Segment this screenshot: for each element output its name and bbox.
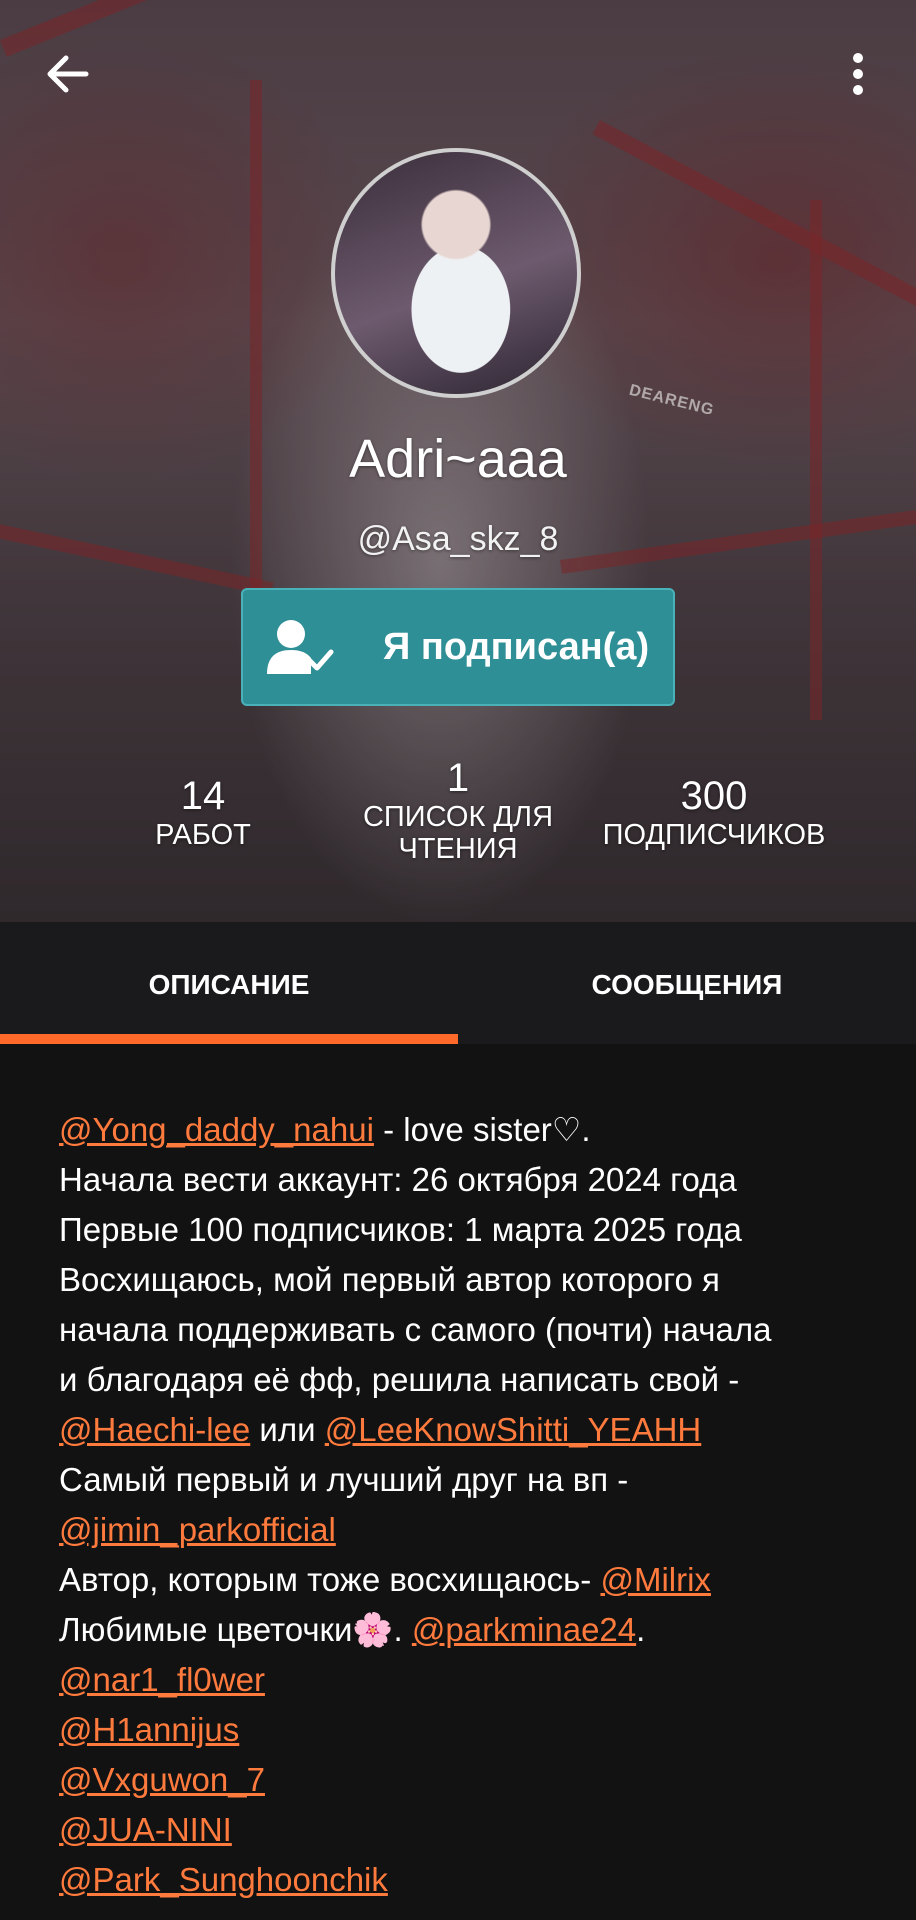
more-options-button[interactable] — [830, 46, 886, 102]
description-line: @Vxguwon_7 — [59, 1755, 879, 1805]
following-button-label: Я подписан(а) — [383, 626, 650, 668]
mention-link[interactable]: @Milrix — [600, 1561, 710, 1598]
mention-link[interactable]: @Vxguwon_7 — [59, 1761, 265, 1798]
description-line: @jimin_parkofficial — [59, 1505, 879, 1555]
description-line: Самый первый и лучший друг на вп - — [59, 1461, 629, 1498]
mention-link[interactable]: @Haechi-lee — [59, 1411, 250, 1448]
description-line: Восхищаюсь, мой первый автор которого я — [59, 1261, 720, 1298]
profile-avatar[interactable] — [331, 148, 581, 398]
description-text: Любимые цветочки🌸. — [59, 1611, 412, 1648]
description-line: начала поддерживать с самого (почти) нач… — [59, 1311, 772, 1348]
stat-reading-lists-label-line1: СПИСОК ДЛЯ — [362, 801, 554, 833]
profile-display-name: Adri~aaa — [349, 429, 567, 489]
following-button[interactable]: Я подписан(а) — [241, 588, 675, 706]
stat-works-value: 14 — [180, 774, 226, 818]
description-line: Первые 100 подписчиков: 1 марта 2025 год… — [59, 1211, 742, 1248]
description-line: @nar1_fl0wer — [59, 1655, 879, 1705]
description-line: @Haechi-lee или @LeeKnowShitti_YEAHH — [59, 1405, 879, 1455]
arrow-left-icon — [47, 55, 89, 93]
description-text: Автор, которым тоже восхищаюсь- — [59, 1561, 601, 1598]
description-line: @JUA-NINI — [59, 1805, 879, 1855]
stat-works[interactable]: 14 РАБОТ — [103, 774, 303, 851]
stat-followers-value: 300 — [680, 774, 748, 818]
mention-link[interactable]: @LeeKnowShitti_YEAHH — [325, 1411, 702, 1448]
tab-description[interactable]: ОПИСАНИЕ — [0, 922, 458, 1044]
mention-link[interactable]: @H1annijus — [59, 1711, 239, 1748]
mention-link[interactable]: @nar1_fl0wer — [59, 1661, 265, 1698]
tab-messages[interactable]: СООБЩЕНИЯ — [458, 922, 916, 1044]
description-line: Начала вести аккаунт: 26 октября 2024 го… — [59, 1161, 737, 1198]
description-line: Любимые цветочки🌸. @parkminae24. — [59, 1605, 879, 1655]
description-text: . — [636, 1611, 646, 1648]
description-line: Автор, которым тоже восхищаюсь- @Milrix — [59, 1555, 879, 1605]
back-button[interactable] — [40, 46, 96, 102]
more-vertical-icon — [853, 53, 863, 95]
mention-link[interactable]: @Park_Sunghoonchik — [59, 1861, 388, 1898]
description-text: или — [250, 1411, 325, 1448]
mention-link[interactable]: @JUA-NINI — [59, 1811, 232, 1848]
mention-link[interactable]: @Yong_daddy_nahui — [59, 1111, 374, 1148]
description-text: - love sister♡. — [373, 1111, 591, 1148]
stat-works-label: РАБОТ — [155, 819, 251, 851]
profile-username: @Asa_skz_8 — [357, 520, 559, 558]
description-line: и благодаря её фф, решила написать свой … — [59, 1361, 740, 1398]
stat-reading-lists[interactable]: 1 СПИСОК ДЛЯ ЧТЕНИЯ — [338, 756, 578, 865]
mention-link[interactable]: @jimin_parkofficial — [59, 1511, 336, 1548]
stat-reading-lists-value: 1 — [446, 756, 470, 800]
profile-tabs: ОПИСАНИЕ СООБЩЕНИЯ — [0, 922, 916, 1044]
bottom-fade — [0, 1898, 916, 1920]
description-line: @H1annijus — [59, 1705, 879, 1755]
stat-followers-label: ПОДПИСЧИКОВ — [602, 819, 826, 851]
mention-link[interactable]: @parkminae24 — [412, 1611, 636, 1648]
user-check-icon — [267, 620, 334, 674]
active-tab-indicator — [0, 1034, 458, 1044]
profile-description: @Yong_daddy_nahui - love sister♡. Начала… — [59, 1105, 879, 1905]
stat-reading-lists-label-line2: ЧТЕНИЯ — [398, 833, 518, 865]
stat-followers[interactable]: 300 ПОДПИСЧИКОВ — [584, 774, 844, 851]
description-line: @Yong_daddy_nahui - love sister♡. — [59, 1105, 879, 1155]
